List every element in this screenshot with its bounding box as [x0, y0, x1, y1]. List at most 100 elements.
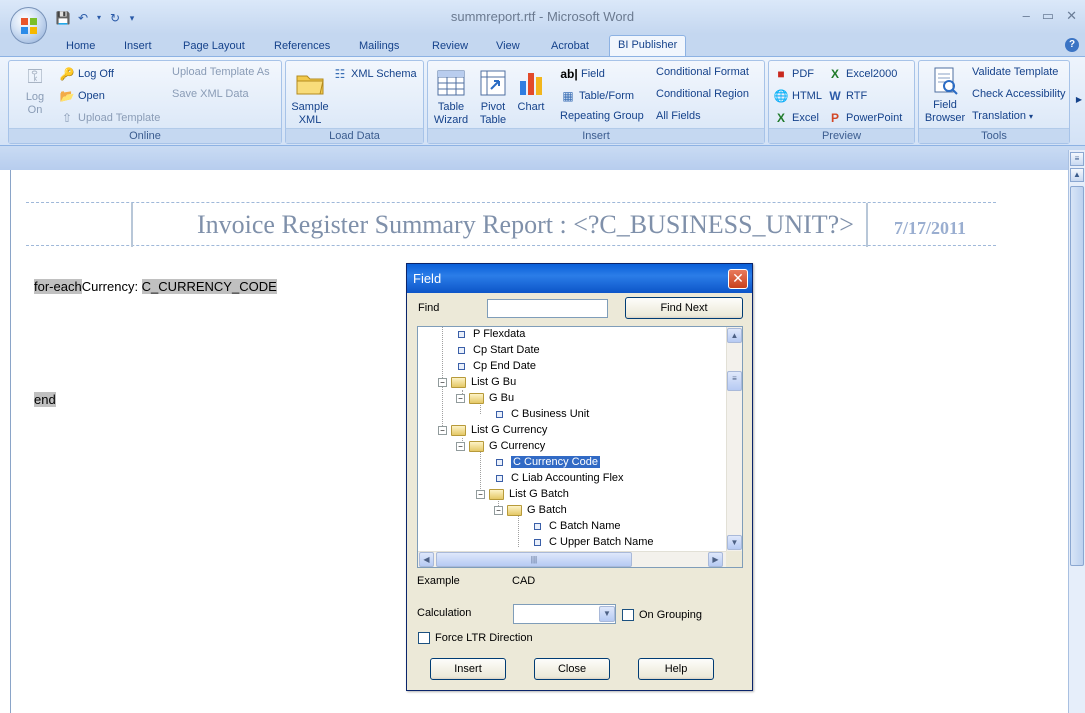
for-each-line[interactable]: for-eachCurrency: C_CURRENCY_CODE	[34, 279, 277, 294]
tree-node[interactable]: C Batch Name	[534, 518, 621, 534]
tree-node[interactable]: C Liab Accounting Flex	[496, 470, 624, 486]
translation-button[interactable]: Translation ▾	[972, 110, 1033, 122]
help-icon[interactable]: ?	[1065, 38, 1079, 52]
conditional-format-button[interactable]: Conditional Format	[656, 66, 749, 78]
tab-acrobat[interactable]: Acrobat	[543, 37, 597, 56]
table-form-button[interactable]: ▦ Table/Form	[560, 88, 634, 104]
tab-insert[interactable]: Insert	[116, 37, 160, 56]
tree-vertical-scrollbar[interactable]: ▲ ≡ ▼	[726, 327, 742, 552]
redo-icon[interactable]: ↻	[107, 10, 123, 26]
dialog-close-icon[interactable]: ✕	[728, 269, 748, 289]
tab-bi-publisher[interactable]: BI Publisher	[609, 35, 687, 56]
save-icon[interactable]: 💾	[55, 10, 71, 26]
insert-button[interactable]: Insert	[430, 658, 506, 680]
field-tree[interactable]: P Flexdata Cp Start Date Cp End Date − Li…	[417, 326, 743, 568]
scroll-up-icon[interactable]: ▲	[727, 328, 742, 343]
restore-icon[interactable]: ▭	[1042, 8, 1054, 24]
for-each-field[interactable]: for-each	[34, 279, 82, 294]
sample-xml-button[interactable]: Sample XML	[290, 67, 330, 127]
minimize-icon[interactable]: –	[1023, 8, 1030, 24]
tab-page-layout[interactable]: Page Layout	[175, 37, 253, 56]
find-next-button[interactable]: Find Next	[625, 297, 743, 319]
customize-qat-icon[interactable]: ▾	[127, 10, 137, 26]
undo-icon[interactable]: ↶	[75, 10, 91, 26]
end-line[interactable]: end	[34, 392, 56, 407]
excel2000-icon: X	[830, 67, 839, 81]
currency-code-field[interactable]: C_CURRENCY_CODE	[141, 279, 277, 294]
check-accessibility-button[interactable]: Check Accessibility	[972, 88, 1066, 100]
scroll-right-icon[interactable]: ▶	[708, 552, 723, 567]
scroll-up-icon[interactable]: ▲	[1070, 168, 1084, 182]
xml-schema-button[interactable]: ☷ XML Schema	[332, 66, 417, 82]
end-field[interactable]: end	[34, 392, 56, 407]
scroll-left-icon[interactable]: ◀	[419, 552, 434, 567]
calculation-select[interactable]: ▼	[513, 604, 616, 624]
tree-node[interactable]: − List G Currency	[438, 422, 547, 438]
chevron-down-icon[interactable]: ▾	[95, 10, 103, 26]
report-date[interactable]: 7/17/2011	[894, 218, 966, 239]
html-button[interactable]: 🌐 HTML	[773, 88, 822, 104]
on-grouping-checkbox[interactable]	[622, 609, 634, 621]
tree-node-selected[interactable]: C Currency Code	[496, 454, 600, 470]
close-icon[interactable]: ✕	[1066, 8, 1077, 24]
ribbon-scroll-right-icon[interactable]: ▶	[1076, 95, 1082, 104]
field-browser-button[interactable]: Field Browser	[921, 65, 969, 125]
conditional-region-button[interactable]: Conditional Region	[656, 88, 749, 100]
collapse-icon[interactable]: −	[456, 441, 465, 451]
group-online: ⚿ Log On 🔑 Log Off 📂 Open ⇧ Upload Template…	[8, 60, 282, 144]
tree-node[interactable]: P Flexdata	[458, 327, 525, 342]
help-button[interactable]: Help	[638, 658, 714, 680]
chart-button[interactable]: Chart	[514, 67, 548, 114]
scroll-thumb[interactable]: ≡	[727, 371, 742, 391]
powerpoint-button[interactable]: P PowerPoint	[827, 110, 902, 126]
collapse-icon[interactable]: −	[476, 489, 485, 499]
log-on-button[interactable]: ⚿ Log On	[15, 67, 55, 117]
collapse-icon[interactable]: −	[494, 505, 503, 515]
split-icon[interactable]: ≡	[1070, 152, 1084, 166]
tree-node[interactable]: − G Bu	[456, 390, 514, 406]
close-button[interactable]: Close	[534, 658, 610, 680]
rtf-button[interactable]: W RTF	[827, 88, 867, 104]
tree-node[interactable]: − G Batch	[494, 502, 567, 518]
collapse-icon[interactable]: −	[456, 393, 465, 403]
office-button[interactable]	[10, 7, 47, 44]
validate-template-button[interactable]: Validate Template	[972, 66, 1058, 78]
tree-node[interactable]: − G Currency	[456, 438, 545, 454]
field-button[interactable]: ab| Field	[560, 66, 605, 82]
tab-mailings[interactable]: Mailings	[351, 37, 407, 56]
save-xml-data-button[interactable]: Save XML Data	[172, 88, 249, 100]
upload-template-as-button[interactable]: Upload Template As	[172, 66, 270, 78]
excel2000-button[interactable]: X Excel2000	[827, 66, 897, 82]
tree-node[interactable]: C Upper Batch Name	[534, 534, 654, 550]
tree-node[interactable]: Cp End Date	[458, 358, 536, 374]
scroll-down-icon[interactable]: ▼	[727, 535, 742, 550]
tab-references[interactable]: References	[266, 37, 338, 56]
pdf-button[interactable]: ■ PDF	[773, 66, 814, 82]
tree-node[interactable]: − List G Bu	[438, 374, 516, 390]
vertical-scrollbar[interactable]: ≡ ▲	[1068, 150, 1085, 713]
log-off-button[interactable]: 🔑 Log Off	[59, 66, 114, 82]
scroll-thumb[interactable]: |||	[436, 552, 632, 567]
open-button[interactable]: 📂 Open	[59, 88, 105, 104]
excel-button[interactable]: X Excel	[773, 110, 819, 126]
tree-node[interactable]: C Business Unit	[496, 406, 589, 422]
all-fields-button[interactable]: All Fields	[656, 110, 701, 122]
collapse-icon[interactable]: −	[438, 425, 447, 435]
tab-review[interactable]: Review	[424, 37, 476, 56]
table-wizard-button[interactable]: Table Wizard	[430, 67, 472, 127]
scroll-thumb[interactable]	[1070, 186, 1084, 566]
upload-template-button[interactable]: ⇧ Upload Template	[59, 110, 160, 126]
chevron-down-icon[interactable]: ▼	[599, 606, 615, 622]
tree-node-label: C Batch Name	[549, 520, 621, 532]
repeating-group-button[interactable]: Repeating Group	[560, 110, 644, 122]
tree-horizontal-scrollbar[interactable]: ◀ ||| ▶	[418, 551, 726, 567]
tree-node[interactable]: Cp Start Date	[458, 342, 540, 358]
report-title[interactable]: Invoice Register Summary Report : <?C_BU…	[197, 210, 854, 240]
force-ltr-checkbox[interactable]	[418, 632, 430, 644]
collapse-icon[interactable]: −	[438, 377, 447, 387]
tab-view[interactable]: View	[488, 37, 528, 56]
tree-node[interactable]: − List G Batch	[476, 486, 569, 502]
tab-home[interactable]: Home	[58, 37, 103, 56]
find-input[interactable]	[487, 299, 608, 318]
pivot-table-button[interactable]: Pivot Table	[474, 67, 512, 127]
